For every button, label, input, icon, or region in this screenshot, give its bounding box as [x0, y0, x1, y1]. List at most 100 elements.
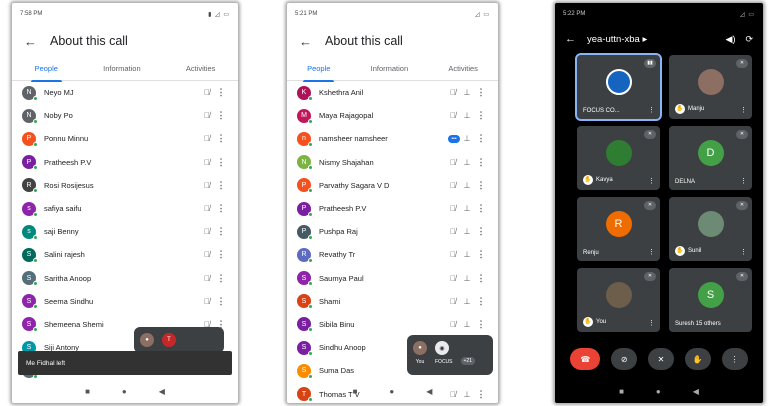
list-item[interactable]: S Saumya Paul 🎙̸ ⊥ ⋮: [287, 267, 498, 290]
participant-tile[interactable]: D ✕ DELNA ⋮: [669, 126, 752, 190]
mic-muted-icon: 🎙̸: [450, 250, 456, 260]
more-options-icon[interactable]: ⋮: [214, 249, 228, 260]
more-options-icon[interactable]: ⋮: [740, 177, 747, 185]
pin-icon[interactable]: ⊥: [460, 297, 474, 306]
home-icon[interactable]: ●: [122, 387, 127, 396]
list-item[interactable]: K Kshethra Anil 🎙̸ ⊥ ⋮: [287, 81, 498, 104]
more-options-icon[interactable]: ⋮: [648, 106, 655, 114]
list-item[interactable]: P Pratheesh P.V 🎙̸ ⋮: [12, 151, 238, 174]
pin-icon[interactable]: ⊥: [460, 158, 474, 167]
list-item[interactable]: S Shami 🎙̸ ⊥ ⋮: [287, 290, 498, 313]
pin-icon[interactable]: ⊥: [460, 88, 474, 97]
list-item[interactable]: s saji Benny 🎙̸ ⋮: [12, 220, 238, 243]
list-item[interactable]: R Revathy Tr 🎙̸ ⊥ ⋮: [287, 243, 498, 266]
pin-icon[interactable]: ⊥: [460, 204, 474, 213]
participant-name: Salini rajesh: [44, 250, 85, 260]
more-options-icon[interactable]: ⋮: [474, 319, 488, 330]
tab-information[interactable]: Information: [99, 57, 145, 81]
more-options-icon[interactable]: ⋮: [214, 87, 228, 98]
home-icon[interactable]: ●: [389, 387, 394, 396]
recents-icon[interactable]: ■: [619, 387, 624, 396]
list-item[interactable]: M Maya Rajagopal 🎙̸ ⊥ ⋮: [287, 104, 498, 127]
recents-icon[interactable]: ■: [85, 387, 90, 396]
list-item[interactable]: R Rosi Rosijesus 🎙̸ ⋮: [12, 174, 238, 197]
camera-off-button[interactable]: ⊘: [611, 348, 638, 370]
list-item[interactable]: N Neyo MJ 🎙̸ ⋮: [12, 81, 238, 104]
list-item[interactable]: N Noby Po 🎙̸ ⋮: [12, 104, 238, 127]
list-item[interactable]: S Saritha Anoop 🎙̸ ⋮: [12, 267, 238, 290]
self-preview[interactable]: ● You ◉ FOCUS +21: [407, 335, 493, 375]
home-icon[interactable]: ●: [656, 387, 661, 396]
more-options-icon[interactable]: ⋮: [474, 296, 488, 307]
list-item[interactable]: P Pratheesh P.V 🎙̸ ⊥ ⋮: [287, 197, 498, 220]
more-options-button[interactable]: ⋮: [721, 348, 748, 370]
participant-tile[interactable]: S ✕ Suresh 15 others: [669, 268, 752, 332]
back-icon[interactable]: ◀: [693, 387, 699, 396]
back-arrow-icon[interactable]: ←: [299, 34, 325, 49]
more-options-icon[interactable]: ⋮: [474, 157, 488, 168]
more-options-icon[interactable]: ⋮: [474, 203, 488, 214]
participant-tile[interactable]: ✕ ✋ Kavya ⋮: [577, 126, 660, 190]
speaker-icon[interactable]: ◀): [726, 34, 736, 45]
list-item[interactable]: P Ponnu Minnu 🎙̸ ⋮: [12, 127, 238, 150]
pin-icon[interactable]: ⊥: [460, 227, 474, 236]
more-options-icon[interactable]: ⋮: [740, 106, 747, 114]
list-item[interactable]: S Salini rajesh 🎙̸ ⋮: [12, 243, 238, 266]
self-preview[interactable]: ● T: [134, 327, 224, 353]
mic-off-button[interactable]: ✕: [647, 348, 674, 370]
list-item[interactable]: P Parvathy Sagara V D 🎙̸ ⊥ ⋮: [287, 174, 498, 197]
participant-tile[interactable]: ✕ ✋ Manju ⋮: [669, 55, 752, 119]
more-options-icon[interactable]: ⋮: [648, 319, 655, 327]
more-options-icon[interactable]: ⋮: [214, 226, 228, 237]
tile-label: ✋ You: [583, 317, 606, 327]
more-options-icon[interactable]: ⋮: [474, 226, 488, 237]
more-options-icon[interactable]: ⋮: [648, 177, 655, 185]
recents-icon[interactable]: ■: [353, 387, 358, 396]
pin-icon[interactable]: ⊥: [460, 320, 474, 329]
more-options-icon[interactable]: ⋮: [214, 296, 228, 307]
more-options-icon[interactable]: ⋮: [474, 87, 488, 98]
back-icon[interactable]: ◀: [426, 387, 432, 396]
more-options-icon[interactable]: ⋮: [648, 248, 655, 256]
more-options-icon[interactable]: ⋮: [214, 180, 228, 191]
end-call-button[interactable]: ☎: [570, 348, 601, 370]
list-item[interactable]: s safiya saifu 🎙̸ ⋮: [12, 197, 238, 220]
back-icon[interactable]: ◀: [159, 387, 165, 396]
participant-tile[interactable]: ✕ ✋ Sunil ⋮: [669, 197, 752, 261]
back-arrow-icon[interactable]: ←: [565, 33, 587, 45]
tab-activities[interactable]: Activities: [444, 57, 482, 81]
pin-icon[interactable]: ⊥: [460, 134, 474, 143]
pin-icon[interactable]: ⊥: [460, 250, 474, 259]
participant-tile[interactable]: R ✕ Renju ⋮: [577, 197, 660, 261]
more-options-icon[interactable]: ⋮: [474, 249, 488, 260]
switch-camera-icon[interactable]: ⟳: [745, 34, 753, 45]
participant-tile[interactable]: ▮▮ FOCUS CO... ⋮: [575, 53, 662, 121]
tab-activities[interactable]: Activities: [182, 57, 220, 81]
list-item[interactable]: P Pushpa Raj 🎙̸ ⊥ ⋮: [287, 220, 498, 243]
list-item[interactable]: S Seema Sindhu 🎙̸ ⋮: [12, 290, 238, 313]
tab-information[interactable]: Information: [367, 57, 413, 81]
more-options-icon[interactable]: ⋮: [740, 248, 747, 256]
tab-people[interactable]: People: [30, 57, 63, 82]
more-options-icon[interactable]: ⋮: [474, 110, 488, 121]
tile-label: ✋ Sunil: [675, 246, 701, 256]
list-item[interactable]: n namsheer namsheer ••• ⊥ ⋮: [287, 127, 498, 150]
more-options-icon[interactable]: ⋮: [214, 133, 228, 144]
list-item[interactable]: S Sibila Binu 🎙̸ ⊥ ⋮: [287, 313, 498, 336]
more-options-icon[interactable]: ⋮: [214, 110, 228, 121]
more-options-icon[interactable]: ⋮: [214, 203, 228, 214]
pin-icon[interactable]: ⊥: [460, 111, 474, 120]
more-options-icon[interactable]: ⋮: [474, 133, 488, 144]
more-options-icon[interactable]: ⋮: [214, 157, 228, 168]
pin-icon[interactable]: ⊥: [460, 274, 474, 283]
list-item[interactable]: N Nismy Shajahan 🎙̸ ⊥ ⋮: [287, 151, 498, 174]
pin-icon[interactable]: ⊥: [460, 181, 474, 190]
tab-people[interactable]: People: [303, 57, 335, 82]
raise-hand-button[interactable]: ✋: [684, 348, 711, 370]
back-arrow-icon[interactable]: ←: [24, 34, 50, 49]
meeting-code[interactable]: yea-uttn-xba ▸: [587, 34, 716, 45]
more-options-icon[interactable]: ⋮: [214, 273, 228, 284]
more-options-icon[interactable]: ⋮: [474, 273, 488, 284]
more-options-icon[interactable]: ⋮: [474, 180, 488, 191]
participant-tile[interactable]: ✕ ✋ You ⋮: [577, 268, 660, 332]
